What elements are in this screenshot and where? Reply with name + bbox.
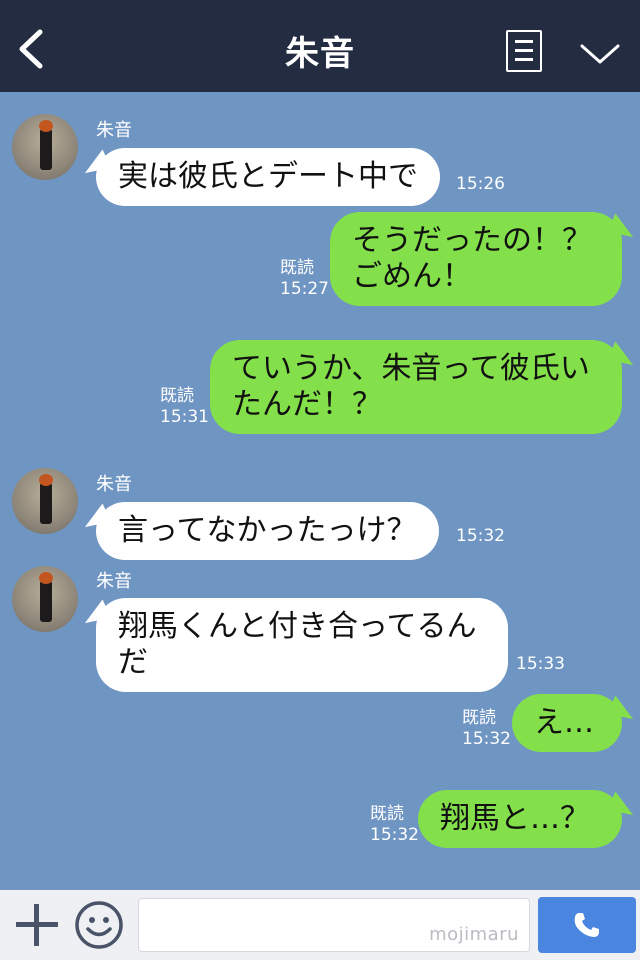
- message-read-status: 既読 15:27: [280, 258, 329, 300]
- message-line: 翔馬と…？: [440, 801, 590, 836]
- avatar[interactable]: [12, 566, 78, 632]
- message-line: たんだ！？: [232, 387, 382, 422]
- plus-icon-bar: [16, 922, 58, 927]
- message-bubble-incoming[interactable]: 実は彼氏とデート中で: [96, 148, 440, 206]
- menu-button[interactable]: [506, 30, 542, 72]
- phone-icon: [574, 913, 599, 937]
- menu-icon-line: [515, 58, 533, 61]
- message-line: 翔馬くんと付き合ってるん: [118, 609, 477, 644]
- message-line: え…: [534, 705, 594, 740]
- message-bubble-incoming[interactable]: 翔馬くんと付き合ってるん だ: [96, 598, 508, 692]
- message-read-status: 既読 15:31: [160, 386, 209, 428]
- message-bubble-outgoing[interactable]: 翔馬と…？: [418, 790, 622, 848]
- chat-header: 朱音: [0, 0, 640, 92]
- read-label: 既読: [462, 708, 496, 728]
- message-line: そうだったの！？: [352, 223, 592, 258]
- add-attachment-button[interactable]: [14, 902, 60, 948]
- emoji-button[interactable]: [74, 900, 124, 950]
- watermark: mojimaru: [429, 924, 519, 945]
- message-bubble-incoming[interactable]: 言ってなかったっけ？: [96, 502, 439, 560]
- menu-icon: [515, 40, 533, 43]
- message-read-status: 既読 15:32: [462, 708, 511, 750]
- message-time: 15:32: [456, 526, 505, 546]
- message-time: 15:32: [462, 729, 511, 749]
- message-read-status: 既読 15:32: [370, 804, 419, 846]
- sender-name: 朱音: [96, 474, 132, 495]
- message-time: 15:31: [160, 407, 209, 427]
- message-input[interactable]: mojimaru: [138, 898, 530, 952]
- message-time: 15:27: [280, 279, 329, 299]
- chat-area[interactable]: 朱音 実は彼氏とデート中で 15:26 既読 15:27 そうだったの！？ ごめ…: [0, 92, 640, 890]
- chat-title: 朱音: [285, 34, 355, 74]
- input-bar: mojimaru: [0, 890, 640, 960]
- message-line: だ: [118, 645, 148, 680]
- message-line: 言ってなかったっけ？: [118, 513, 417, 548]
- message-line: 実は彼氏とデート中で: [118, 159, 418, 194]
- message-bubble-outgoing[interactable]: え…: [512, 694, 622, 752]
- smiley-icon: [75, 901, 123, 949]
- menu-icon-line: [515, 49, 533, 52]
- message-time: 15:32: [370, 825, 419, 845]
- message-line: ていうか、朱音って彼氏い: [232, 351, 590, 386]
- message-line: ごめん！: [352, 259, 472, 294]
- avatar[interactable]: [12, 114, 78, 180]
- avatar[interactable]: [12, 468, 78, 534]
- read-label: 既読: [280, 258, 314, 278]
- message-time: 15:26: [456, 174, 505, 194]
- read-label: 既読: [370, 804, 404, 824]
- sender-name: 朱音: [96, 120, 132, 141]
- dropdown-button[interactable]: [578, 38, 622, 68]
- read-label: 既読: [160, 386, 194, 406]
- call-button[interactable]: [538, 897, 636, 953]
- chevron-down-icon: [580, 44, 620, 64]
- message-bubble-outgoing[interactable]: ていうか、朱音って彼氏い たんだ！？: [210, 340, 622, 434]
- message-bubble-outgoing[interactable]: そうだったの！？ ごめん！: [330, 212, 622, 306]
- message-time: 15:33: [516, 654, 565, 674]
- sender-name: 朱音: [96, 571, 132, 592]
